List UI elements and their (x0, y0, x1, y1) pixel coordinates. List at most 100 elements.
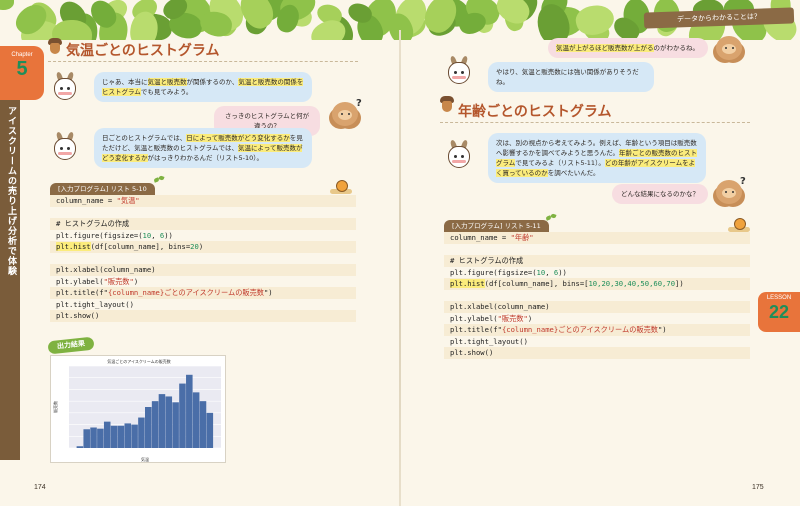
code-token: (df[column_name], bins=[ (484, 279, 589, 288)
code-token: 10 (142, 230, 152, 240)
code-token: 20 (190, 242, 199, 251)
listing-label: [入力プログラム] リスト 5-10 (50, 183, 155, 195)
code-token: "販売数" (103, 276, 134, 286)
histogram-bar (206, 412, 214, 448)
code-token: ) (133, 276, 139, 286)
code-line: plt.xlabel(column_name) (50, 264, 356, 276)
bubble-text: じゃあ、本当に (102, 78, 148, 86)
poodle-character-icon: ? (712, 176, 746, 208)
code-line (50, 252, 356, 264)
highlighted-text: 気温が上がるほど販売数が上がる (556, 44, 654, 52)
acorn-icon (440, 96, 454, 113)
divider (48, 61, 358, 62)
code-line: plt.title(f"{column_name}ごとのアイスクリームの販売数"… (50, 287, 356, 299)
histogram-bar (192, 392, 200, 448)
code-token: plt.hist (56, 242, 91, 251)
chapter-label: Chapter (11, 52, 33, 58)
code-line: plt.ylabel("販売数") (444, 312, 750, 324)
code-line: plt.show() (444, 347, 750, 359)
histogram-bar (151, 401, 159, 448)
histogram-chart: 気温ごとのアイスクリームの販売数気温 販売数 (50, 355, 226, 463)
bubble-text: 日ごとのヒストグラムでは、 (102, 134, 187, 142)
highlighted-text: 気温と販売数 (147, 78, 187, 86)
code-token: plt.figure(figsize=( (450, 267, 537, 277)
histogram-bar (83, 429, 90, 448)
goat-character-icon (50, 71, 80, 102)
histogram-bar (131, 424, 138, 448)
code-line: plt.hist(df[column_name], bins=[10,20,30… (444, 278, 750, 290)
speech-bubble: 気温が上がるほど販売数が上がるのがわかるね。 (548, 38, 708, 58)
code-token: plt.show() (450, 348, 494, 357)
code-line (444, 289, 750, 301)
chapter-tab: Chapter 5 (0, 46, 44, 100)
code-line (50, 206, 356, 218)
bubble-text: のがわかるね。 (653, 44, 700, 52)
bubble-text: が関係するのか、 (186, 78, 239, 86)
bubble-text: がはっきりわかるんだ（リスト5-10）。 (147, 154, 264, 162)
code-token: "気温" (116, 196, 140, 205)
page-number: 174 (34, 484, 46, 491)
right-section-title: 年齢ごとのヒストグラム (458, 104, 612, 120)
code-token: )) (164, 230, 173, 240)
sprout-icon (154, 176, 164, 184)
code-listing: column_name = "気温" # ヒストグラムの作成 plt.figure… (50, 195, 356, 322)
x-axis-label: 気温 (141, 456, 149, 462)
lesson-label: LESSON (766, 295, 792, 301)
histogram-bar (186, 374, 193, 448)
code-line: plt.title(f"{column_name}ごとのアイスクリームの販売数"… (444, 324, 750, 336)
goat-character-icon (444, 139, 474, 170)
chapter-title: アイスクリームの売り上げ分析で体験 (6, 106, 16, 276)
code-token: plt.tight_layout() (56, 299, 134, 309)
code-token: ") (263, 288, 273, 297)
code-line: column_name = "年齢" (444, 232, 750, 244)
leaf-decoration (573, 1, 617, 39)
histogram-bar (179, 383, 186, 448)
goat-character-icon (50, 131, 80, 162)
histogram-bar (90, 427, 97, 448)
bubble-text: を調べたいんだ。 (547, 169, 600, 177)
code-token: plt.ylabel( (450, 313, 498, 323)
code-token: ) (527, 313, 533, 323)
code-token: column_name = (56, 196, 117, 205)
y-axis-label: 販売数 (52, 401, 58, 413)
histogram-bar (172, 402, 179, 448)
code-token: {column_name}ごとのアイスクリームの販売数 (501, 325, 658, 334)
code-token: plt.ylabel( (56, 276, 104, 286)
leaf-decoration (0, 0, 14, 10)
histogram-bar (76, 446, 84, 448)
histogram-bar (117, 425, 125, 448)
code-line: plt.show() (50, 310, 356, 322)
lesson-number: 22 (768, 302, 790, 322)
code-token: ) (198, 242, 204, 251)
code-token: {column_name}ごとのアイスクリームの販売数 (107, 288, 264, 297)
chart-title: 気温ごとのアイスクリームの販売数 (107, 358, 171, 364)
code-token: # ヒストグラムの作成 (56, 219, 130, 228)
code-token: "販売数" (497, 313, 528, 323)
speech-bubble: どんな結果になるのかな？ (612, 184, 708, 204)
acorn-icon (48, 38, 62, 55)
chapter-number: 5 (16, 58, 28, 80)
speech-bubble: 次は、別の視点から考えてみよう。例えば、年齢という項目は販売数へ影響するかを調べ… (488, 133, 706, 183)
histogram-bar (97, 428, 104, 448)
speech-bubble: やはり、気温と販売数には強い関係がありそうだね。 (488, 62, 654, 92)
code-token: , (151, 230, 160, 240)
goat-character-icon (444, 55, 474, 86)
code-token: plt.title(f" (450, 325, 502, 334)
code-token: plt.show() (56, 311, 100, 320)
code-line: plt.tight_layout() (444, 335, 750, 347)
histogram-bar (103, 421, 111, 448)
left-section-title: 気温ごとのヒストグラム (66, 43, 220, 59)
code-line (444, 243, 750, 255)
page-number: 175 (752, 484, 764, 491)
code-line: plt.figure(figsize=(10, 6)) (444, 266, 750, 278)
lesson-tab: LESSON 22 (758, 292, 800, 332)
listing-label: [入力プログラム] リスト 5-11 (444, 220, 549, 232)
highlighted-text: 日によって販売数がどう変化するか (186, 134, 290, 142)
histogram-bar (138, 417, 145, 448)
histogram-bar (110, 425, 118, 448)
histogram-bar (199, 401, 207, 448)
code-line: plt.figure(figsize=(10, 6)) (50, 229, 356, 241)
poodle-character-icon (712, 34, 746, 64)
snail-icon (728, 218, 750, 232)
code-token: ]) (675, 279, 684, 288)
